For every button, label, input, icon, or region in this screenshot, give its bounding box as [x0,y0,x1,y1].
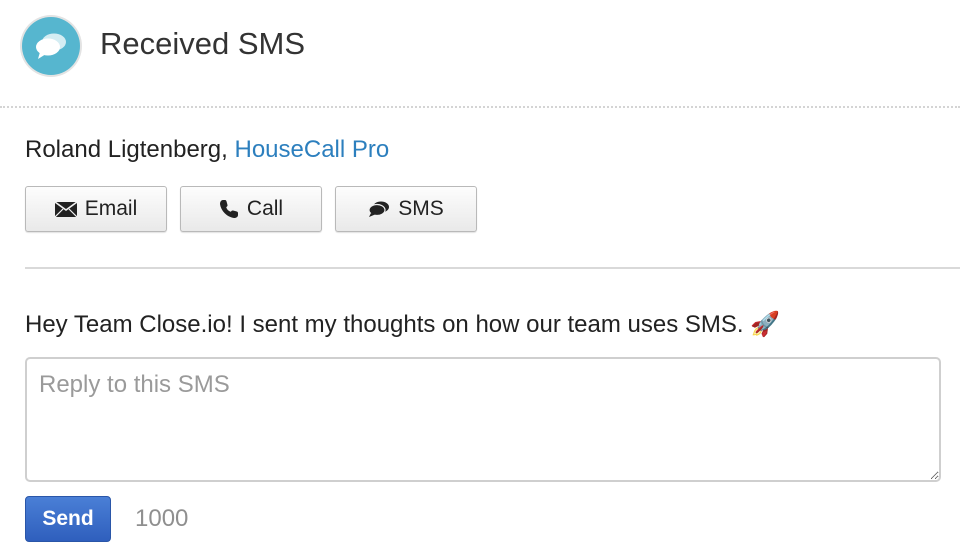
divider [25,267,960,269]
phone-icon [219,199,239,219]
email-button[interactable]: Email [25,186,167,232]
company-link[interactable]: HouseCall Pro [234,136,389,163]
send-button[interactable]: Send [25,496,111,542]
contact-name: Roland Ligtenberg, [25,136,235,163]
character-count: 1000 [135,505,189,532]
envelope-icon [54,201,77,217]
speech-bubbles-icon [22,17,80,75]
header: Received SMS [0,0,960,108]
email-button-label: Email [84,197,138,220]
contact-line: Roland Ligtenberg, HouseCall Pro [25,136,389,164]
received-sms-panel: Received SMS Roland Ligtenberg, HouseCal… [0,0,960,557]
sms-button[interactable]: SMS [335,186,477,232]
page-title: Received SMS [100,26,306,61]
reply-textarea[interactable] [25,357,941,482]
sms-message-text: Hey Team Close.io! I sent my thoughts on… [25,311,781,338]
speech-bubbles-icon [368,201,390,218]
call-button[interactable]: Call [180,186,322,232]
call-button-label: Call [246,197,284,220]
sms-button-label: SMS [398,197,444,220]
